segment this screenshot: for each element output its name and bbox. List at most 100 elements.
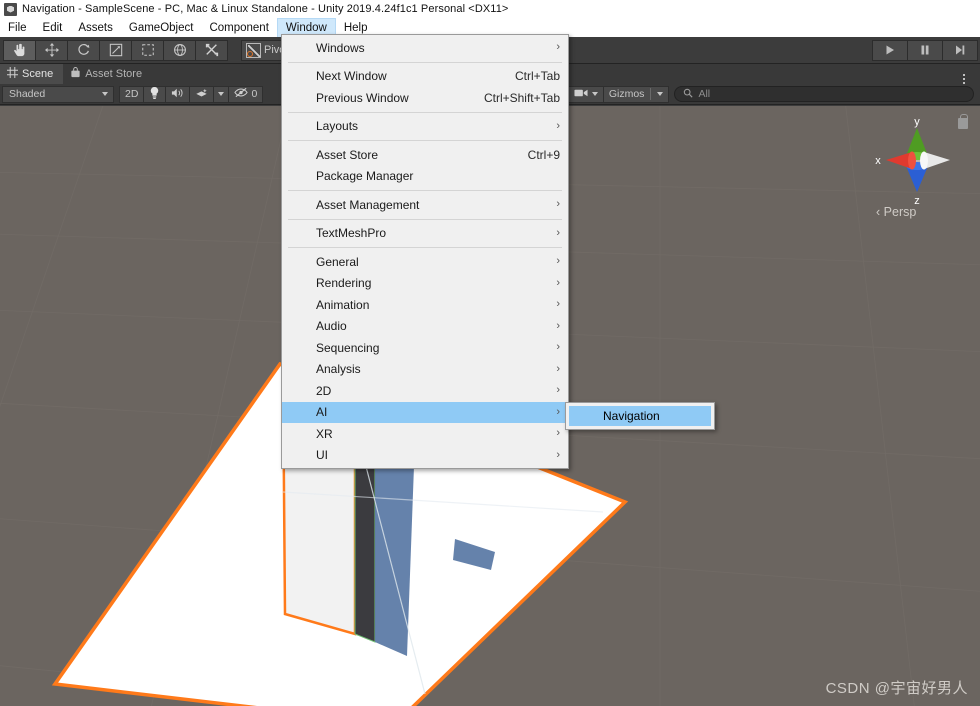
menu-item-asset-store[interactable]: Asset Store Ctrl+9 [282,144,568,166]
panel-options-icon[interactable] [956,74,972,84]
gizmo-lock-icon[interactable] [958,114,968,129]
menu-item-label: Previous Window [316,90,409,105]
draw-mode-dropdown[interactable]: Shaded [2,85,114,103]
grid-icon [7,67,18,81]
scene-visibility-toggle[interactable]: 0 [228,85,264,103]
menu-item-label: XR [316,426,333,441]
chevron-down-icon [218,92,225,96]
menu-item-label: UI [316,448,328,463]
menu-item-xr[interactable]: XR › [282,423,568,445]
gizmo-projection-mode[interactable]: ‹ Persp [876,205,916,219]
menu-item-2d[interactable]: 2D › [282,380,568,402]
menu-item-general[interactable]: General › [282,251,568,273]
gizmo-projection-label: Persp [883,205,917,219]
menu-item-label: General [316,254,359,269]
menu-item-package-manager[interactable]: Package Manager [282,166,568,188]
search-icon [683,88,694,101]
menubar-item-assets[interactable]: Assets [70,18,121,37]
scene-search-input[interactable]: All [674,86,974,102]
rect-tool-button[interactable] [131,39,164,61]
menubar-item-file[interactable]: File [0,18,35,37]
chevron-right-icon: › [556,276,560,289]
menubar-item-component[interactable]: Component [201,18,276,37]
menu-item-next-window[interactable]: Next Window Ctrl+Tab [282,66,568,88]
rotate-icon [77,43,91,57]
toggle-2d-button[interactable]: 2D [119,85,145,103]
menu-item-label: TextMeshPro [316,226,387,241]
gizmos-label: Gizmos [608,88,645,100]
menu-item-label: Windows [316,40,365,55]
gizmo-y-label: y [914,116,920,128]
menu-item-label: Asset Management [316,197,420,212]
submenu-item-navigation[interactable]: Navigation [569,406,711,426]
menu-item-ai[interactable]: AI › [282,401,568,423]
chevron-right-icon: › [556,362,560,375]
menu-item-sequencing[interactable]: Sequencing › [282,337,568,359]
menu-item-label: Sequencing [316,340,380,355]
rect-icon [141,43,155,57]
menu-item-layouts[interactable]: Layouts › [282,116,568,138]
move-tool-button[interactable] [35,39,68,61]
scene-camera-dropdown[interactable] [567,85,604,103]
play-button[interactable] [872,39,908,61]
menu-item-label: AI [316,405,328,420]
chevron-right-icon: › [556,298,560,311]
light-bulb-icon [149,86,160,102]
scale-tool-button[interactable] [99,39,132,61]
chevron-right-icon: › [556,384,560,397]
fx-dropdown[interactable] [213,85,230,103]
menu-separator [288,218,562,220]
window-title: Navigation - SampleScene - PC, Mac & Lin… [22,3,509,15]
title-bar: Navigation - SampleScene - PC, Mac & Lin… [0,0,980,18]
toggle-2d-label: 2D [125,88,139,100]
playmode-controls [872,39,978,61]
menu-separator [288,111,562,113]
tab-scene-label: Scene [22,68,54,80]
hand-icon [13,43,27,57]
bag-icon [70,67,81,81]
menu-item-previous-window[interactable]: Previous Window Ctrl+Shift+Tab [282,87,568,109]
menu-item-label: Asset Store [316,147,379,162]
menu-item-animation[interactable]: Animation › [282,294,568,316]
menubar-item-gameobject[interactable]: GameObject [121,18,202,37]
menu-item-audio[interactable]: Audio › [282,316,568,338]
gizmos-dropdown[interactable]: Gizmos [602,85,670,103]
scene-search-placeholder: All [698,88,711,100]
custom-editor-tool-button[interactable] [195,39,228,61]
transform-globe-icon [173,43,187,57]
toggle-lighting-button[interactable] [143,85,167,103]
menu-item-label: 2D [316,383,332,398]
chevron-right-icon: › [556,448,560,461]
chevron-right-icon: › [556,405,560,418]
step-button[interactable] [942,39,978,61]
menu-item-ui[interactable]: UI › [282,445,568,467]
effects-icon [195,87,208,102]
ai-submenu: Navigation [565,402,715,430]
step-icon [954,44,966,56]
gizmos-divider [650,88,652,100]
menu-separator [288,61,562,63]
menu-item-windows[interactable]: Windows › [282,37,568,59]
toggle-fx-button[interactable] [189,85,215,103]
tab-asset-store[interactable]: Asset Store [63,64,153,84]
scene-orientation-gizmo[interactable]: y z x ‹ Persp [862,114,972,219]
menu-item-textmeshpro[interactable]: TextMeshPro › [282,223,568,245]
draw-mode-label: Shaded [9,88,46,100]
menu-item-shortcut: Ctrl+Tab [514,69,560,84]
pause-button[interactable] [907,39,943,61]
menu-item-rendering[interactable]: Rendering › [282,273,568,295]
hidden-object-count: 0 [251,88,258,100]
toggle-audio-button[interactable] [165,85,191,103]
pause-icon [919,44,931,56]
watermark: CSDN @宇宙好男人 [825,680,968,697]
menu-item-asset-management[interactable]: Asset Management › [282,194,568,216]
menu-item-label: Animation [316,297,370,312]
tab-scene[interactable]: Scene [0,64,64,84]
gizmo-x-label: x [875,155,881,167]
menu-item-analysis[interactable]: Analysis › [282,359,568,381]
chevron-right-icon: › [556,341,560,354]
menubar-item-edit[interactable]: Edit [35,18,71,37]
hand-tool-button[interactable] [3,39,36,61]
transform-tool-button[interactable] [163,39,196,61]
rotate-tool-button[interactable] [67,39,100,61]
